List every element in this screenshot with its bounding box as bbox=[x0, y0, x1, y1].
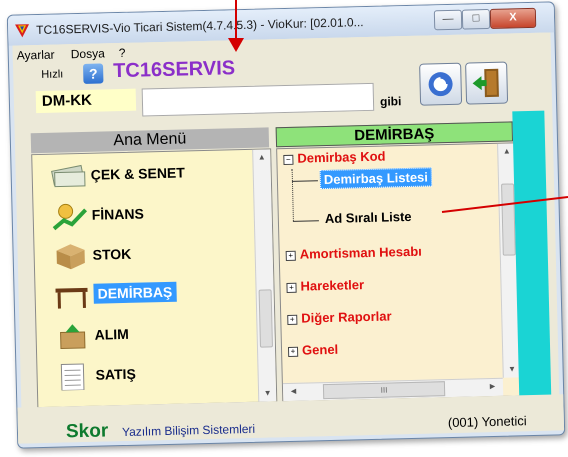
exit-button[interactable] bbox=[465, 61, 509, 105]
scroll-right-icon[interactable]: ► bbox=[488, 381, 497, 391]
checks-icon bbox=[51, 164, 86, 188]
stock-box-icon bbox=[56, 244, 85, 270]
app-logo-icon bbox=[15, 24, 30, 38]
nav-label: DEMİRBAŞ bbox=[93, 281, 177, 304]
tree-item-hareketler[interactable]: + Hareketler bbox=[286, 277, 364, 294]
help-icon[interactable]: ? bbox=[83, 63, 104, 84]
sales-icon bbox=[60, 363, 85, 391]
app-name-title: TC16SERVIS bbox=[112, 57, 236, 83]
app-window: TC16SERVIS-Vio Ticari Sistem(4.7.4.5.3) … bbox=[6, 1, 566, 449]
nav-item-finans[interactable]: FİNANS bbox=[51, 195, 272, 232]
menu-ayarlar[interactable]: Ayarlar bbox=[17, 48, 55, 63]
menu-help[interactable]: ? bbox=[119, 46, 126, 60]
quick-search-input[interactable] bbox=[141, 82, 375, 117]
nav-label: SATIŞ bbox=[95, 365, 136, 383]
collapse-icon[interactable]: − bbox=[283, 154, 294, 166]
report-tree-panel: − Demirbaş Kod Demirbaş Listesi Ad Sıralı… bbox=[276, 142, 522, 403]
expand-icon[interactable]: + bbox=[287, 346, 299, 357]
gibi-label: gibi bbox=[379, 94, 402, 109]
quick-label: Hızlı bbox=[41, 68, 64, 81]
scroll-down-icon[interactable]: ▼ bbox=[259, 385, 276, 401]
tree-item-demirbas-listesi[interactable]: Demirbaş Listesi bbox=[319, 167, 433, 190]
nav-item-stok[interactable]: STOK bbox=[52, 235, 273, 272]
brand-name: Skor bbox=[65, 420, 109, 443]
purchase-icon bbox=[60, 324, 86, 350]
close-button[interactable]: X bbox=[489, 7, 537, 29]
expand-icon[interactable]: + bbox=[287, 314, 298, 325]
main-menu-panel: ÇEK & SENET FİNANS STOK DEMİRBAŞ ALIM SA… bbox=[31, 148, 278, 409]
menu-dosya[interactable]: Dosya bbox=[71, 46, 105, 61]
nav-item-alim[interactable]: ALIM bbox=[54, 315, 275, 352]
nav-item-demirbas[interactable]: DEMİRBAŞ bbox=[53, 275, 274, 312]
nav-label: STOK bbox=[92, 245, 132, 263]
annotation-arrow-line bbox=[235, 0, 237, 42]
tree-item-demirbas-kod[interactable]: − Demirbaş Kod bbox=[283, 148, 386, 166]
expand-icon[interactable]: + bbox=[285, 250, 296, 262]
maximize-button[interactable]: □ bbox=[461, 8, 491, 30]
exit-door-icon bbox=[472, 68, 499, 98]
refresh-icon bbox=[428, 72, 453, 97]
nav-label: ÇEK & SENET bbox=[90, 164, 186, 183]
tree-label: Demirbaş Kod bbox=[297, 148, 386, 166]
window-title: TC16SERVIS-Vio Ticari Sistem(4.7.4.5.3) … bbox=[35, 15, 364, 38]
tree-connector bbox=[292, 220, 319, 222]
current-user: (001) Yonetici bbox=[447, 413, 527, 431]
nav-label: ALIM bbox=[94, 325, 130, 343]
annotation-arrow-head-icon bbox=[228, 38, 244, 52]
finance-icon bbox=[52, 203, 88, 231]
nav-item-satis[interactable]: SATIŞ bbox=[55, 355, 276, 392]
minimize-button[interactable]: — bbox=[433, 9, 463, 31]
expand-icon[interactable]: + bbox=[286, 282, 297, 294]
tree-item-genel[interactable]: + Genel bbox=[287, 341, 339, 358]
tree-label: Diğer Raporlar bbox=[301, 308, 392, 326]
company-code-field[interactable]: DM-KK bbox=[35, 88, 137, 114]
tree-label: Hareketler bbox=[300, 277, 365, 294]
tree-label: Genel bbox=[301, 341, 339, 358]
scroll-thumb[interactable] bbox=[258, 289, 273, 348]
nav-label: FİNANS bbox=[91, 205, 144, 223]
tree-item-diger-raporlar[interactable]: + Diğer Raporlar bbox=[287, 308, 392, 326]
fixed-asset-icon bbox=[55, 287, 88, 309]
scroll-left-icon[interactable]: ◄ bbox=[289, 386, 298, 396]
scroll-up-icon[interactable]: ▲ bbox=[253, 149, 270, 165]
tree-label: Ad Sıralı Liste bbox=[324, 208, 412, 227]
hscroll-thumb[interactable]: III bbox=[322, 381, 446, 400]
tree-item-amortisman-hesabi[interactable]: + Amortisman Hesabı bbox=[285, 243, 422, 262]
tree-label: Amortisman Hesabı bbox=[299, 243, 422, 262]
nav-item-cek-senet[interactable]: ÇEK & SENET bbox=[50, 155, 271, 192]
annotation-pointer-line bbox=[441, 196, 568, 213]
tree-connector bbox=[291, 180, 318, 182]
settings-button[interactable] bbox=[419, 62, 463, 106]
tree-connector bbox=[291, 168, 294, 221]
tree-item-ad-sirali-liste[interactable]: Ad Sıralı Liste bbox=[325, 209, 412, 226]
tree-label: Demirbaş Listesi bbox=[323, 169, 429, 188]
